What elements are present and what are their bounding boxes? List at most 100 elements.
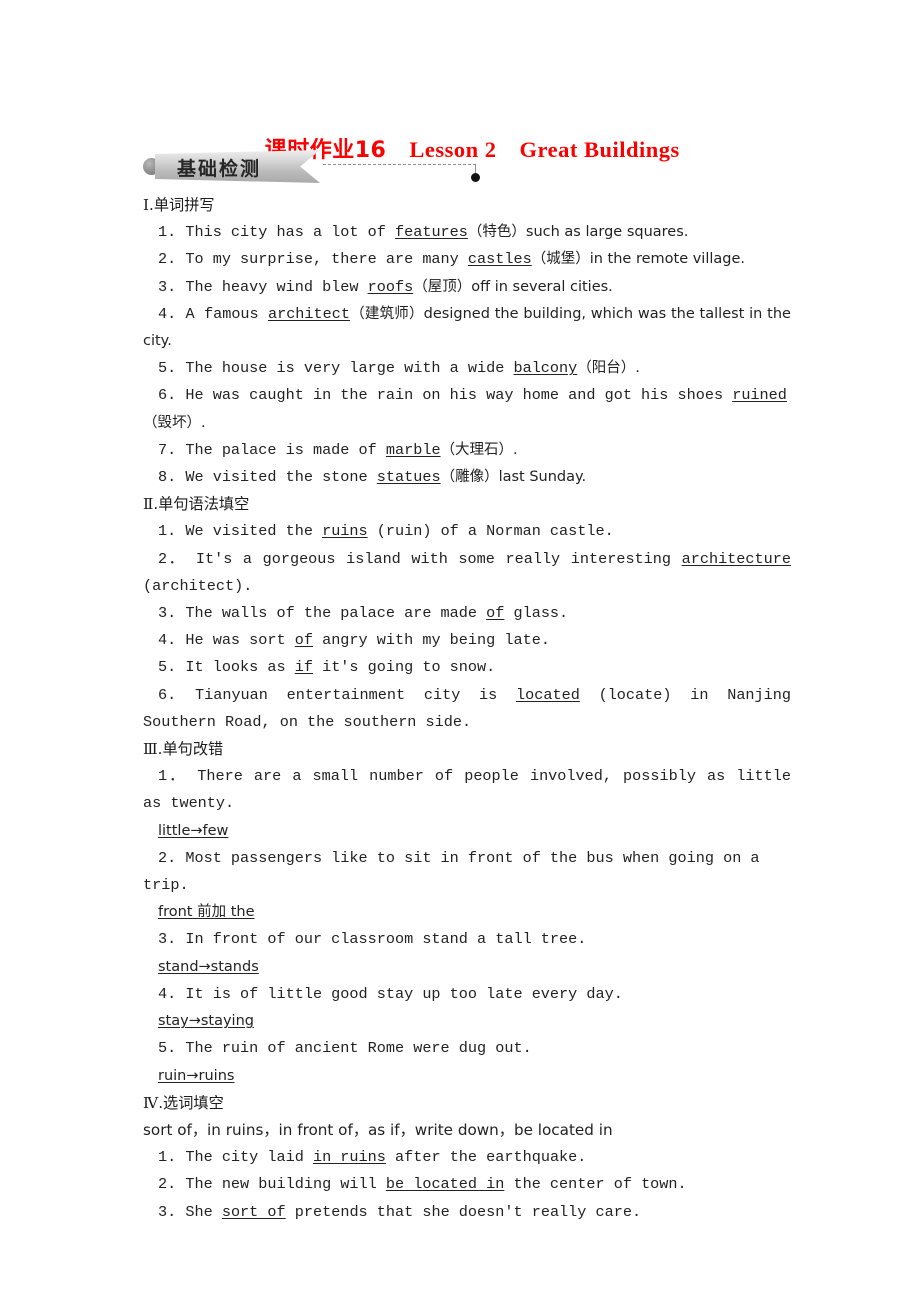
item-prefix: The walls of the palace are made: [185, 604, 487, 623]
item-number: 5.: [158, 359, 177, 378]
section-2-roman: Ⅱ: [143, 496, 154, 514]
section-1-label: .单词拼写: [149, 196, 215, 214]
correction-answer: little→few: [143, 818, 791, 845]
correction-text: ruin→ruins: [158, 1067, 235, 1084]
item-answer: ruined: [732, 386, 787, 405]
banner-end-dot-icon: [471, 173, 480, 182]
item-suffix: （阳台）.: [577, 360, 640, 377]
item-prefix: We visited the stone: [185, 468, 377, 487]
item-answer: located: [516, 685, 580, 704]
item-prefix: It looks as: [185, 658, 295, 677]
section-banner: 基础检测: [143, 150, 783, 184]
section-heading-4: Ⅳ.选词填空: [143, 1090, 791, 1117]
exercise-item: 3. The walls of the palace are made of g…: [143, 600, 791, 627]
item-suffix: angry with my being late.: [312, 631, 550, 650]
item-answer: ruins: [322, 522, 368, 541]
item-number: 3.: [158, 604, 177, 623]
item-prefix: The house is very large with a wide: [185, 359, 514, 378]
item-prefix: To my surprise, there are many: [185, 250, 468, 269]
exercise-item: 2． It's a gorgeous island with some real…: [143, 546, 791, 600]
item-suffix: it's going to snow.: [312, 658, 496, 677]
item-answer: balcony: [513, 359, 578, 378]
item-suffix: glass.: [504, 604, 569, 623]
correction-text: stay→staying: [158, 1013, 254, 1030]
banner-label: 基础检测: [177, 158, 262, 180]
section-heading-2: Ⅱ.单句语法填空: [143, 491, 791, 518]
item-suffix: (ruin) of a Norman castle.: [367, 522, 614, 541]
item-prefix: He was caught in the rain on his way hom…: [185, 386, 733, 405]
item-number: 4.: [158, 304, 177, 323]
item-answer: roofs: [367, 277, 414, 296]
item-answer: in ruins: [312, 1148, 386, 1167]
exercise-item: 2. The new building will be located in t…: [143, 1171, 791, 1198]
item-prefix: We visited the: [185, 522, 323, 541]
item-number: 4.: [158, 631, 177, 650]
item-answer: statues: [376, 468, 441, 487]
item-number: 5.: [158, 658, 177, 677]
correction-text: little→few: [158, 822, 229, 839]
item-number: 5.: [158, 1039, 177, 1058]
item-answer: sort of: [221, 1202, 286, 1221]
exercise-item: 5. It looks as if it's going to snow.: [143, 654, 791, 681]
exercise-item: 4. It is of little good stay up too late…: [143, 981, 791, 1008]
item-number: 6.: [158, 685, 177, 704]
item-number: 3.: [158, 930, 177, 949]
item-sentence: It is of little good stay up too late ev…: [185, 984, 623, 1003]
item-prefix: The new building will: [185, 1175, 386, 1194]
item-suffix: pretends that she doesn't really care.: [285, 1202, 642, 1221]
exercise-item: 3. The heavy wind blew roofs（屋顶）off in s…: [143, 274, 791, 301]
exercise-item: 4. A famous architect（建筑师）designed the b…: [143, 301, 791, 355]
item-answer: architecture: [681, 549, 791, 568]
item-suffix: （雕像）last Sunday.: [440, 469, 587, 486]
item-number: 1.: [158, 1148, 177, 1167]
item-answer: of: [486, 604, 505, 623]
section-heading-1: Ⅰ.单词拼写: [143, 192, 791, 219]
item-number: 2.: [158, 1175, 177, 1194]
exercise-item: 2. To my surprise, there are many castle…: [143, 246, 791, 273]
item-suffix: after the earthquake.: [385, 1148, 587, 1167]
item-answer: if: [294, 658, 313, 677]
worksheet-body: Ⅰ.单词拼写 1. This city has a lot of feature…: [143, 192, 791, 1226]
section-4-label: .选词填空: [158, 1093, 224, 1112]
item-suffix: （城堡）in the remote village.: [531, 251, 746, 268]
exercise-item: 3. In front of our classroom stand a tal…: [143, 926, 791, 953]
item-prefix: The city laid: [185, 1148, 313, 1167]
item-number: 2．: [158, 549, 186, 568]
section-2-label: .单句语法填空: [153, 495, 250, 514]
item-suffix: the center of town.: [504, 1175, 687, 1194]
banner-dashed-line: [323, 164, 476, 165]
item-number: 1.: [158, 223, 177, 242]
section-4-roman: Ⅳ: [143, 1094, 159, 1112]
item-sentence: There are a small number of people invol…: [143, 767, 801, 813]
exercise-item: 7. The palace is made of marble（大理石）.: [143, 437, 791, 464]
item-prefix: A famous: [185, 304, 268, 323]
word-bank: sort of，in ruins，in front of，as if，write…: [143, 1120, 613, 1139]
item-number: 3.: [158, 277, 177, 296]
item-number: 1.: [158, 522, 177, 541]
exercise-item: 1. The city laid in ruins after the eart…: [143, 1144, 791, 1171]
correction-answer: ruin→ruins: [143, 1063, 791, 1090]
exercise-item: 3. She sort of pretends that she doesn't…: [143, 1199, 791, 1226]
item-prefix: She: [185, 1202, 222, 1221]
item-answer: architect: [267, 304, 350, 323]
correction-text: stand→stands: [158, 958, 259, 975]
exercise-item: 6. He was caught in the rain on his way …: [143, 382, 791, 436]
item-prefix: It's a gorgeous island with some really …: [195, 549, 682, 568]
item-suffix: （大理石）.: [440, 441, 518, 458]
exercise-item: 6. Tianyuan entertainment city is locate…: [143, 682, 791, 736]
item-number: 6.: [158, 386, 177, 405]
item-sentence: Most passengers like to sit in front of …: [143, 848, 769, 895]
correction-answer: stay→staying: [143, 1008, 791, 1035]
section-3-label: .单句改错: [157, 740, 224, 759]
item-sentence: The ruin of ancient Rome were dug out.: [185, 1039, 532, 1058]
exercise-item: 1. This city has a lot of features（特色）su…: [143, 219, 791, 246]
section-3-roman: Ⅲ: [143, 741, 158, 759]
exercise-item: 4. He was sort of angry with my being la…: [143, 627, 791, 654]
item-answer: be located in: [385, 1175, 505, 1194]
correction-answer: stand→stands: [143, 954, 791, 981]
exercise-item: 1． There are a small number of people in…: [143, 763, 791, 817]
item-prefix: The heavy wind blew: [185, 277, 368, 296]
exercise-item: 1. We visited the ruins (ruin) of a Norm…: [143, 518, 791, 545]
item-prefix: The palace is made of: [185, 440, 386, 459]
item-suffix: （特色）such as large squares.: [467, 224, 689, 241]
